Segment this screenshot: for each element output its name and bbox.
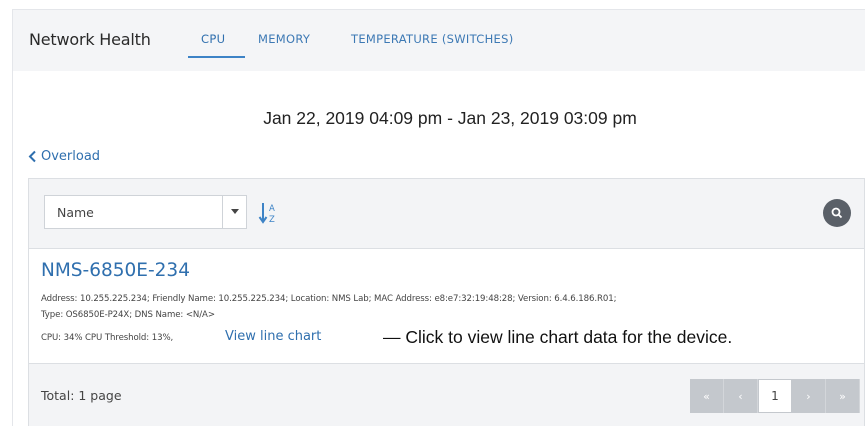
total-pages-label: Total: 1 page — [41, 388, 122, 403]
tab-temperature-switches[interactable]: TEMPERATURE (SWITCHES) — [351, 32, 514, 46]
current-page-button[interactable]: 1 — [758, 379, 792, 413]
search-button[interactable] — [823, 199, 851, 227]
sort-alpha-ascending-icon[interactable]: A Z — [258, 201, 278, 230]
page-header: Network Health CPU MEMORY TEMPERATURE (S… — [12, 9, 865, 71]
page-title: Network Health — [29, 30, 151, 49]
device-name-link[interactable]: NMS-6850E-234 — [41, 260, 190, 281]
first-page-button[interactable]: « — [690, 379, 724, 413]
svg-text:Z: Z — [269, 215, 275, 225]
device-cpu-stats: CPU: 34% CPU Threshold: 13%, — [41, 333, 174, 343]
date-range-label: Jan 22, 2019 04:09 pm - Jan 23, 2019 03:… — [263, 108, 637, 128]
device-details-line-2: Type: OS6850E-P24X; DNS Name: <N/A> — [41, 310, 215, 320]
annotation-callout: — Click to view line chart data for the … — [383, 327, 733, 347]
prev-page-button[interactable]: ‹ — [724, 379, 758, 413]
pagination: « ‹ 1 › » — [690, 379, 860, 413]
sort-field-select[interactable]: Name — [44, 195, 247, 229]
search-icon — [831, 207, 843, 219]
overload-back-link[interactable]: Overload — [28, 149, 100, 164]
device-list-panel: Name A Z NMS-6850E-234 Address: 10.255.2… — [28, 178, 865, 426]
active-tab-indicator — [188, 56, 245, 58]
view-line-chart-link[interactable]: View line chart — [225, 329, 321, 344]
next-page-button[interactable]: › — [792, 379, 826, 413]
sort-field-value: Name — [57, 204, 94, 220]
dropdown-caret-icon[interactable] — [222, 196, 246, 228]
list-toolbar: Name A Z — [29, 179, 864, 249]
svg-text:A: A — [269, 204, 275, 214]
tab-memory[interactable]: MEMORY — [258, 32, 310, 46]
list-footer: Total: 1 page « ‹ 1 › » — [29, 363, 864, 426]
overload-back-label: Overload — [41, 149, 101, 164]
device-details-line-1: Address: 10.255.225.234; Friendly Name: … — [41, 294, 617, 304]
chevron-left-icon — [28, 150, 36, 163]
last-page-button[interactable]: » — [826, 379, 860, 413]
tab-cpu[interactable]: CPU — [201, 32, 225, 46]
